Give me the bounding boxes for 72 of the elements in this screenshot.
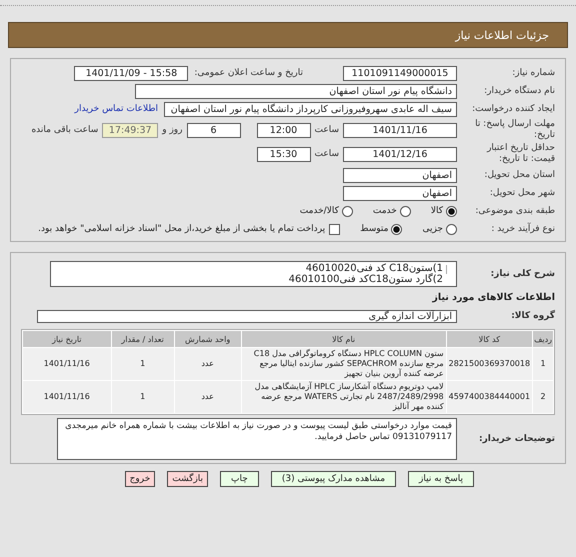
field-label: نوع فرآیند خرید : — [490, 224, 555, 234]
field-label: نام دستگاه خریدار: — [483, 86, 555, 96]
column-header: نام کالا — [242, 331, 446, 347]
validity-time-field: 15:30 — [256, 146, 310, 162]
radio-option[interactable]: متوسط — [360, 224, 402, 234]
table-cell: 2821500369370018 — [446, 348, 532, 380]
action-button[interactable]: چاپ — [220, 471, 259, 487]
deadline-time-field: 12:00 — [256, 122, 310, 138]
table-cell: عدد — [174, 381, 241, 413]
city-field: اصفهان — [343, 186, 457, 200]
column-header: تعداد / مقدار — [112, 331, 174, 347]
action-button[interactable]: پاسخ به نیاز — [408, 471, 474, 487]
radio-option[interactable]: کالا — [430, 206, 457, 216]
table-cell: 1401/11/16 — [23, 348, 111, 380]
column-header: واحد شمارش — [174, 331, 241, 347]
column-header: تاریخ نیاز — [23, 331, 111, 347]
radio-option[interactable]: خدمت — [372, 206, 411, 216]
validity-date-field: 1401/12/16 — [343, 146, 457, 162]
field-label: ساعت باقی مانده — [30, 125, 100, 135]
requester-field: سیف اله عابدی سهروفیروزانی کارپرداز دانشگاه پیام نور استان اصفهان — [164, 102, 457, 116]
radio-button[interactable] — [342, 206, 353, 216]
description-line: 2)گارد ستونC18کد فنی46010100 — [288, 274, 443, 285]
description-textarea[interactable]: 1)ستونC18 کد فنی46010020 2)گارد ستونC18کد فنی46010100 — [50, 261, 457, 287]
table-cell: 1 — [112, 348, 174, 380]
remaining-time-field: 17:49:37 — [102, 122, 158, 138]
field-label: ساعت — [314, 125, 340, 135]
table-cell: 1 — [112, 381, 174, 413]
radio-button[interactable] — [391, 224, 402, 234]
radio-option[interactable]: کالا/خدمت — [300, 206, 353, 216]
goods-group-field: ابزارآلات اندازه گیری — [37, 310, 457, 322]
buyer-name-field: دانشگاه پیام نور استان اصفهان — [135, 84, 457, 98]
field-label: شرح کلی نیاز: — [490, 268, 555, 279]
table-cell: 1 — [533, 348, 553, 380]
announce-date-field: 1401/11/09 - 15:58 — [74, 66, 188, 80]
section-heading: اطلاعات کالاهای مورد نیاز — [432, 290, 555, 304]
field-label: شهر محل تحویل: — [488, 188, 555, 198]
field-label: گروه کالا: — [510, 311, 555, 321]
radio-button[interactable] — [446, 224, 457, 234]
field-label: طبقه بندی موضوعی: — [474, 206, 555, 216]
province-field: اصفهان — [343, 168, 457, 182]
field-label: شماره نیاز: — [511, 68, 555, 78]
days-field: 6 — [186, 122, 240, 138]
radio-option[interactable]: جزیی — [422, 224, 457, 234]
field-label: ایجاد کننده درخواست: — [471, 104, 555, 114]
buyer-contact-link[interactable]: اطلاعات تماس خریدار — [74, 104, 164, 114]
field-label: حداقل تاریخ اعتبار قیمت: تا تاریخ: — [486, 143, 555, 165]
action-button[interactable]: مشاهده مدارک پیوستی (3) — [270, 471, 396, 487]
treasury-checkbox-label: پرداخت تمام یا بخشی از مبلغ خرید،از محل "اسناد خزانه اسلامی" خواهد بود. — [38, 224, 326, 234]
action-button[interactable]: بازگشت — [167, 471, 208, 487]
column-header: ردیف — [533, 331, 553, 347]
deadline-date-field: 1401/11/16 — [343, 122, 457, 138]
page-title: جزئیات اطلاعات نیاز — [455, 28, 549, 42]
table-cell: 4597400384440001 — [446, 381, 532, 413]
field-label: تاریخ و ساعت اعلان عمومی: — [193, 68, 303, 78]
column-header: کد کالا — [446, 331, 532, 347]
need-number-field: 1101091149000015 — [343, 66, 457, 80]
table-cell: 2 — [533, 381, 553, 413]
table-cell: عدد — [174, 348, 241, 380]
table-cell: لامپ دوتریوم دستگاه آشکارساز HPLC آزمایشگاهی مدل 2487/2489/2998 نام تجارتی WATERS مرجع عرضه کننده مهر آنالیز — [242, 381, 446, 413]
radio-button[interactable] — [446, 206, 457, 216]
checkbox[interactable] — [329, 224, 340, 234]
field-label: توضیحات خریدار: — [478, 434, 555, 444]
field-label: ساعت — [314, 149, 340, 159]
buyer-notes-field: قیمت موارد درخواستی طبق لیست پیوست و در صورت نیاز به اطلاعات بیشت با شماره همراه خانم میرمجدی 09131079117 تماس حاصل فرمایید. — [57, 418, 457, 460]
field-label: مهلت ارسال پاسخ: تا تاریخ: — [474, 119, 555, 141]
table-cell: 1401/11/16 — [23, 381, 111, 413]
action-button[interactable]: خروج — [124, 471, 156, 487]
radio-button[interactable] — [400, 206, 411, 216]
field-label: استان محل تحویل: — [483, 170, 555, 180]
table-cell: ستون HPLC COLUMN دستگاه کروماتوگرافی مدل C18 مرجع سازنده SEPACHROM کشور سازنده ایتالیا مرجع عرضه کننده آروین بنیان تجهیز — [242, 348, 446, 380]
description-line: 1)ستونC18 کد فنی46010020 — [304, 263, 443, 274]
field-label: روز و — [160, 125, 184, 135]
